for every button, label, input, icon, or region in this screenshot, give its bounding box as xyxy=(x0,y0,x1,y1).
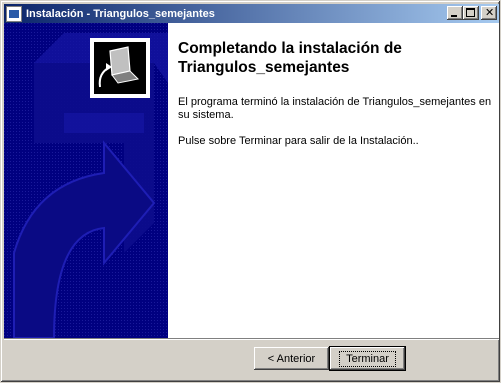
footer-separator xyxy=(4,338,499,340)
setup-computer-icon xyxy=(90,38,150,98)
wizard-sidebar-image xyxy=(4,23,168,338)
minimize-button[interactable] xyxy=(447,6,463,20)
maximize-button[interactable] xyxy=(463,6,479,20)
page-title: Completando la instalación de Triangulos… xyxy=(178,40,402,76)
wizard-content: Completando la instalación de Triangulos… xyxy=(168,23,499,338)
finish-button[interactable]: Terminar xyxy=(330,347,405,370)
back-button-label: < Anterior xyxy=(267,352,316,365)
installer-window: Instalación - Triangulos_semejantes ✕ Co… xyxy=(0,0,501,383)
completion-message: El programa terminó la instalación de Tr… xyxy=(178,96,492,121)
close-button[interactable]: ✕ xyxy=(481,6,497,20)
title-bar[interactable]: Instalación - Triangulos_semejantes ✕ xyxy=(4,4,499,23)
minimize-icon xyxy=(451,15,457,17)
window-title: Instalación - Triangulos_semejantes xyxy=(26,7,215,20)
sidebar-artwork xyxy=(4,23,168,338)
finish-button-label: Terminar xyxy=(339,350,396,367)
maximize-icon xyxy=(466,8,475,17)
back-button[interactable]: < Anterior xyxy=(254,347,329,370)
instruction-message: Pulse sobre Terminar para salir de la In… xyxy=(178,135,419,147)
installer-app-icon xyxy=(6,5,22,22)
title-buttons: ✕ xyxy=(447,6,497,20)
close-icon: ✕ xyxy=(485,6,495,19)
